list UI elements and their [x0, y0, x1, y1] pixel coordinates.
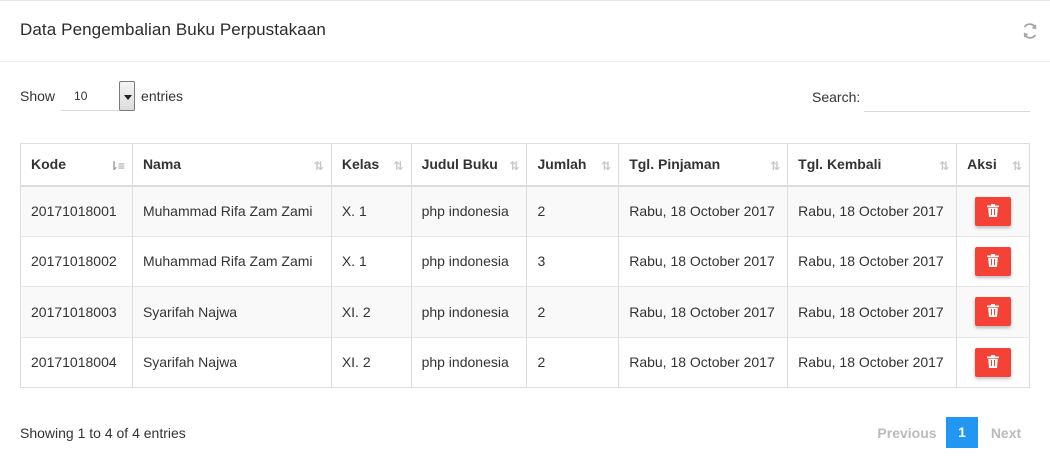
sort-both-icon: ⇅: [601, 159, 611, 173]
cell-kode: 20171018004: [20, 336, 133, 388]
search-label: Search:: [812, 89, 861, 105]
next-page-button[interactable]: Next: [978, 425, 1034, 441]
dropdown-arrow-icon[interactable]: [119, 81, 136, 111]
header-tgl-kembali[interactable]: Tgl. Kembali ⇅: [787, 143, 958, 187]
cell-kode: 20171018003: [20, 286, 133, 337]
show-label: Show: [20, 88, 56, 104]
table-info: Showing 1 to 4 of 4 entries: [20, 425, 186, 441]
delete-button[interactable]: [975, 347, 1012, 377]
cell-tgl-pinjaman: Rabu, 18 October 2017: [618, 235, 789, 287]
table-row: 20171018003 Syarifah Najwa XI. 2 php ind…: [20, 286, 1030, 337]
cell-jumlah: 2: [526, 286, 620, 337]
table-header: Kode ⇂≡ Nama ⇅ Kelas ⇅ Judul Buku ⇅ Jumlah ⇅ …: [20, 143, 1030, 187]
search-input[interactable]: [864, 81, 1030, 112]
trash-icon: [987, 203, 1000, 217]
cell-aksi: [956, 336, 1030, 388]
cell-tgl-pinjaman: Rabu, 18 October 2017: [618, 336, 789, 388]
cell-kode: 20171018001: [20, 185, 133, 236]
cell-aksi: [956, 286, 1030, 337]
cell-nama: Syarifah Najwa: [132, 336, 332, 388]
cell-jumlah: 2: [526, 336, 620, 388]
sort-both-icon: ⇅: [1011, 159, 1022, 173]
cell-kelas: XI. 2: [331, 336, 412, 388]
trash-icon: [987, 253, 1000, 267]
cell-judul-buku: php indonesia: [411, 185, 528, 236]
entries-label: entries: [141, 88, 184, 104]
trash-icon: [987, 354, 1000, 368]
cell-tgl-kembali: Rabu, 18 October 2017: [787, 235, 958, 287]
entries-per-page-select[interactable]: 10: [61, 81, 136, 111]
cell-tgl-pinjaman: Rabu, 18 October 2017: [618, 185, 789, 236]
table-row: 20171018002 Muhammad Rifa Zam Zami X. 1 …: [20, 235, 1030, 287]
entries-length-control: Show 10 entries: [20, 81, 183, 111]
cell-tgl-kembali: Rabu, 18 October 2017: [787, 286, 958, 337]
cell-kelas: X. 1: [331, 185, 412, 236]
loans-table: Kode ⇂≡ Nama ⇅ Kelas ⇅ Judul Buku ⇅ Jumlah ⇅ …: [20, 143, 1030, 388]
cell-judul-buku: php indonesia: [411, 286, 528, 337]
sort-both-icon: ⇅: [313, 159, 324, 173]
sort-both-icon: ⇅: [770, 159, 780, 173]
sort-both-icon: ⇅: [393, 159, 404, 173]
cell-nama: Syarifah Najwa: [132, 286, 332, 337]
header-tgl-pinjaman[interactable]: Tgl. Pinjaman ⇅: [618, 143, 789, 187]
sort-asc-icon: ⇂≡: [108, 159, 125, 173]
trash-icon: [987, 304, 1000, 318]
sort-both-icon: ⇅: [509, 159, 519, 173]
page-1-button[interactable]: 1: [946, 417, 978, 448]
cell-nama: Muhammad Rifa Zam Zami: [132, 185, 332, 236]
cell-aksi: [956, 185, 1030, 236]
header-kode[interactable]: Kode ⇂≡: [20, 143, 133, 187]
cell-kelas: XI. 2: [331, 286, 412, 337]
table-body: 20171018001 Muhammad Rifa Zam Zami X. 1 …: [20, 185, 1030, 388]
sort-both-icon: ⇅: [939, 159, 949, 173]
delete-button[interactable]: [975, 196, 1012, 226]
table-row: 20171018004 Syarifah Najwa XI. 2 php ind…: [20, 336, 1030, 388]
delete-button[interactable]: [975, 297, 1012, 327]
header-kelas[interactable]: Kelas ⇅: [331, 143, 412, 187]
cell-kelas: X. 1: [331, 235, 412, 287]
cell-judul-buku: php indonesia: [411, 336, 528, 388]
header-nama[interactable]: Nama ⇅: [132, 143, 332, 187]
header-aksi[interactable]: Aksi ⇅: [956, 143, 1030, 187]
header-judul-buku[interactable]: Judul Buku ⇅: [411, 143, 528, 187]
pagination: Previous 1 Next: [868, 417, 1034, 448]
cell-jumlah: 2: [526, 185, 620, 236]
card-header: Data Pengembalian Buku Perpustakaan: [0, 1, 1050, 62]
delete-button[interactable]: [975, 246, 1012, 276]
table-row: 20171018001 Muhammad Rifa Zam Zami X. 1 …: [20, 185, 1030, 236]
refresh-icon[interactable]: [1020, 21, 1040, 41]
cell-tgl-pinjaman: Rabu, 18 October 2017: [618, 286, 789, 337]
cell-tgl-kembali: Rabu, 18 October 2017: [787, 336, 958, 388]
return-data-card: Data Pengembalian Buku Perpustakaan Show…: [0, 0, 1050, 456]
card-title: Data Pengembalian Buku Perpustakaan: [20, 20, 326, 39]
header-jumlah[interactable]: Jumlah ⇅: [526, 143, 620, 187]
cell-kode: 20171018002: [20, 235, 133, 287]
cell-jumlah: 3: [526, 235, 620, 287]
previous-page-button[interactable]: Previous: [868, 425, 946, 441]
cell-nama: Muhammad Rifa Zam Zami: [132, 235, 332, 287]
cell-tgl-kembali: Rabu, 18 October 2017: [787, 185, 958, 236]
cell-aksi: [956, 235, 1030, 287]
entries-per-page-value: 10: [74, 89, 88, 103]
cell-judul-buku: php indonesia: [411, 235, 528, 287]
